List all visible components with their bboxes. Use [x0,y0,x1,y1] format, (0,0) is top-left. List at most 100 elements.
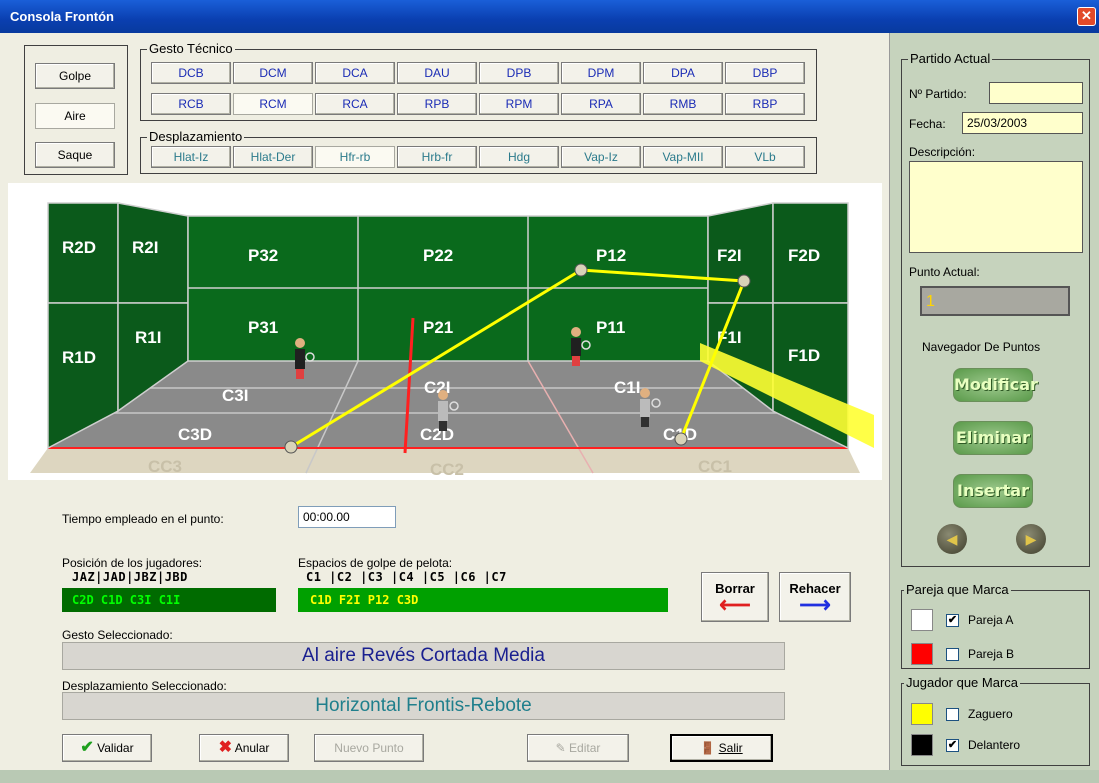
saque-button[interactable]: Saque [35,142,115,168]
espacios-label: Espacios de golpe de pelota: [298,556,453,570]
descripcion-field[interactable] [909,161,1083,253]
status-bar [0,770,1099,783]
punto-actual-field: 1 [920,286,1070,316]
close-icon[interactable]: ✕ [1077,7,1096,26]
arrow-left-icon: ⟵ [719,592,751,617]
gesto-button-0[interactable]: RCB [151,93,231,115]
court-view[interactable]: R2D R2I R1I R1D P32 P22 P12 P31 P21 P11 … [8,183,882,480]
zone-p22[interactable]: P22 [423,246,453,265]
pareja-a-checkbox[interactable]: ✔ [946,614,959,627]
gesto-button-3[interactable]: RPB [397,93,477,115]
zone-f2i[interactable]: F2I [717,246,742,265]
zone-r2d[interactable]: R2D [62,238,96,257]
fecha-label: Fecha: [909,117,946,131]
validar-button[interactable]: ✔ Validar [62,734,152,762]
zone-c2d[interactable]: C2D [420,425,454,444]
pareja-b-label: Pareja B [968,647,1015,661]
pareja-a-swatch [911,609,933,631]
borrar-button[interactable]: Borrar ⟵ [701,572,769,622]
zone-p21[interactable]: P21 [423,318,453,337]
gesto-button-6[interactable]: RMB [643,93,723,115]
jugador-title: Jugador que Marca [904,675,1021,691]
gesto-button-0[interactable]: DCB [151,62,231,84]
previous-icon[interactable]: ◀ [937,524,967,554]
zone-p31[interactable]: P31 [248,318,278,337]
door-icon: 🚪 [700,741,716,755]
zaguero-checkbox[interactable] [946,708,959,721]
posicion-label: Posición de los jugadores: [62,556,203,570]
tiempo-field[interactable]: 00:00.00 [298,506,396,528]
fecha-field[interactable]: 25/03/2003 [962,112,1083,134]
salir-label: Salir [718,741,743,755]
salir-button[interactable]: 🚪 Salir [670,734,773,762]
zone-r1i[interactable]: R1I [135,328,161,347]
zone-p11[interactable]: P11 [596,318,625,337]
anular-button[interactable]: ✖ Anular [199,734,289,762]
zone-cc2[interactable]: CC2 [430,460,464,479]
zone-p12[interactable]: P12 [596,246,626,265]
desplazamiento-button-5[interactable]: Vap-Iz [561,146,641,168]
gesto-button-2[interactable]: RCA [315,93,395,115]
insertar-button[interactable]: Insertar [953,474,1033,508]
aire-button[interactable]: Aire [35,103,115,129]
gesto-button-6[interactable]: DPA [643,62,723,84]
arrow-right-icon: ⟶ [799,592,831,617]
gesto-button-2[interactable]: DCA [315,62,395,84]
gesto-button-4[interactable]: RPM [479,93,559,115]
tiempo-label: Tiempo empleado en el punto: [62,512,224,526]
zone-r1d[interactable]: R1D [62,348,96,367]
zone-r2i[interactable]: R2I [132,238,158,257]
delantero-label: Delantero [968,738,1021,752]
pareja-b-checkbox[interactable] [946,648,959,661]
next-icon[interactable]: ▶ [1016,524,1046,554]
desplazamiento-button-3[interactable]: Hrb-fr [397,146,477,168]
zone-f1d[interactable]: F1D [788,346,820,365]
navegador-label: Navegador De Puntos [922,340,1041,354]
zone-f2d[interactable]: F2D [788,246,820,265]
ball-marker [574,263,588,277]
desplazamiento-button-7[interactable]: VLb [725,146,805,168]
zone-p32[interactable]: P32 [248,246,278,265]
desplazamiento-button-1[interactable]: Hlat-Der [233,146,313,168]
golpe-button[interactable]: Golpe [35,63,115,89]
gesto-button-5[interactable]: RPA [561,93,641,115]
num-partido-label: Nº Partido: [909,87,967,101]
gesto-button-1[interactable]: DCM [233,62,313,84]
window-title: Consola Frontón [10,9,114,24]
validar-label: Validar [97,741,134,755]
gesto-button-7[interactable]: DBP [725,62,805,84]
despl-sel-label: Desplazamiento Seleccionado: [62,679,227,693]
zone-cc3[interactable]: CC3 [148,457,182,476]
gesto-title: Gesto Técnico [147,41,235,57]
zone-c3i[interactable]: C3I [222,386,248,405]
x-icon: ✖ [218,739,233,756]
gesto-button-1[interactable]: RCM [233,93,313,115]
zone-c3d[interactable]: C3D [178,425,212,444]
delantero-checkbox[interactable]: ✔ [946,739,959,752]
zone-c1i[interactable]: C1I [614,378,640,397]
nuevo-punto-button[interactable]: Nuevo Punto [314,734,424,762]
editar-button[interactable]: ✎ Editar [527,734,629,762]
espacios-values: C1D F2I P12 C3D [298,588,668,612]
rehacer-button[interactable]: Rehacer ⟶ [779,572,851,622]
gesto-sel-label: Gesto Seleccionado: [62,628,173,642]
despl-sel-value: Horizontal Frontis-Rebote [62,692,785,720]
desplazamiento-button-6[interactable]: Vap-MII [643,146,723,168]
gesto-button-3[interactable]: DAU [397,62,477,84]
zone-cc1[interactable]: CC1 [698,457,732,476]
eliminar-button[interactable]: Eliminar [953,421,1033,455]
gesto-button-4[interactable]: DPB [479,62,559,84]
gesto-button-5[interactable]: DPM [561,62,641,84]
gesto-sel-value: Al aire Revés Cortada Media [62,642,785,670]
gesto-button-7[interactable]: RBP [725,93,805,115]
editar-label: Editar [569,741,601,755]
pareja-a-label: Pareja A [968,613,1014,627]
desplazamiento-title: Desplazamiento [147,129,245,145]
desplazamiento-button-0[interactable]: Hlat-Iz [151,146,231,168]
punto-actual-label: Punto Actual: [909,265,980,279]
num-partido-field[interactable] [989,82,1083,104]
desplazamiento-button-2[interactable]: Hfr-rb [315,146,395,168]
ball-marker [284,440,298,454]
modificar-button[interactable]: Modificar [953,368,1038,402]
desplazamiento-button-4[interactable]: Hdg [479,146,559,168]
